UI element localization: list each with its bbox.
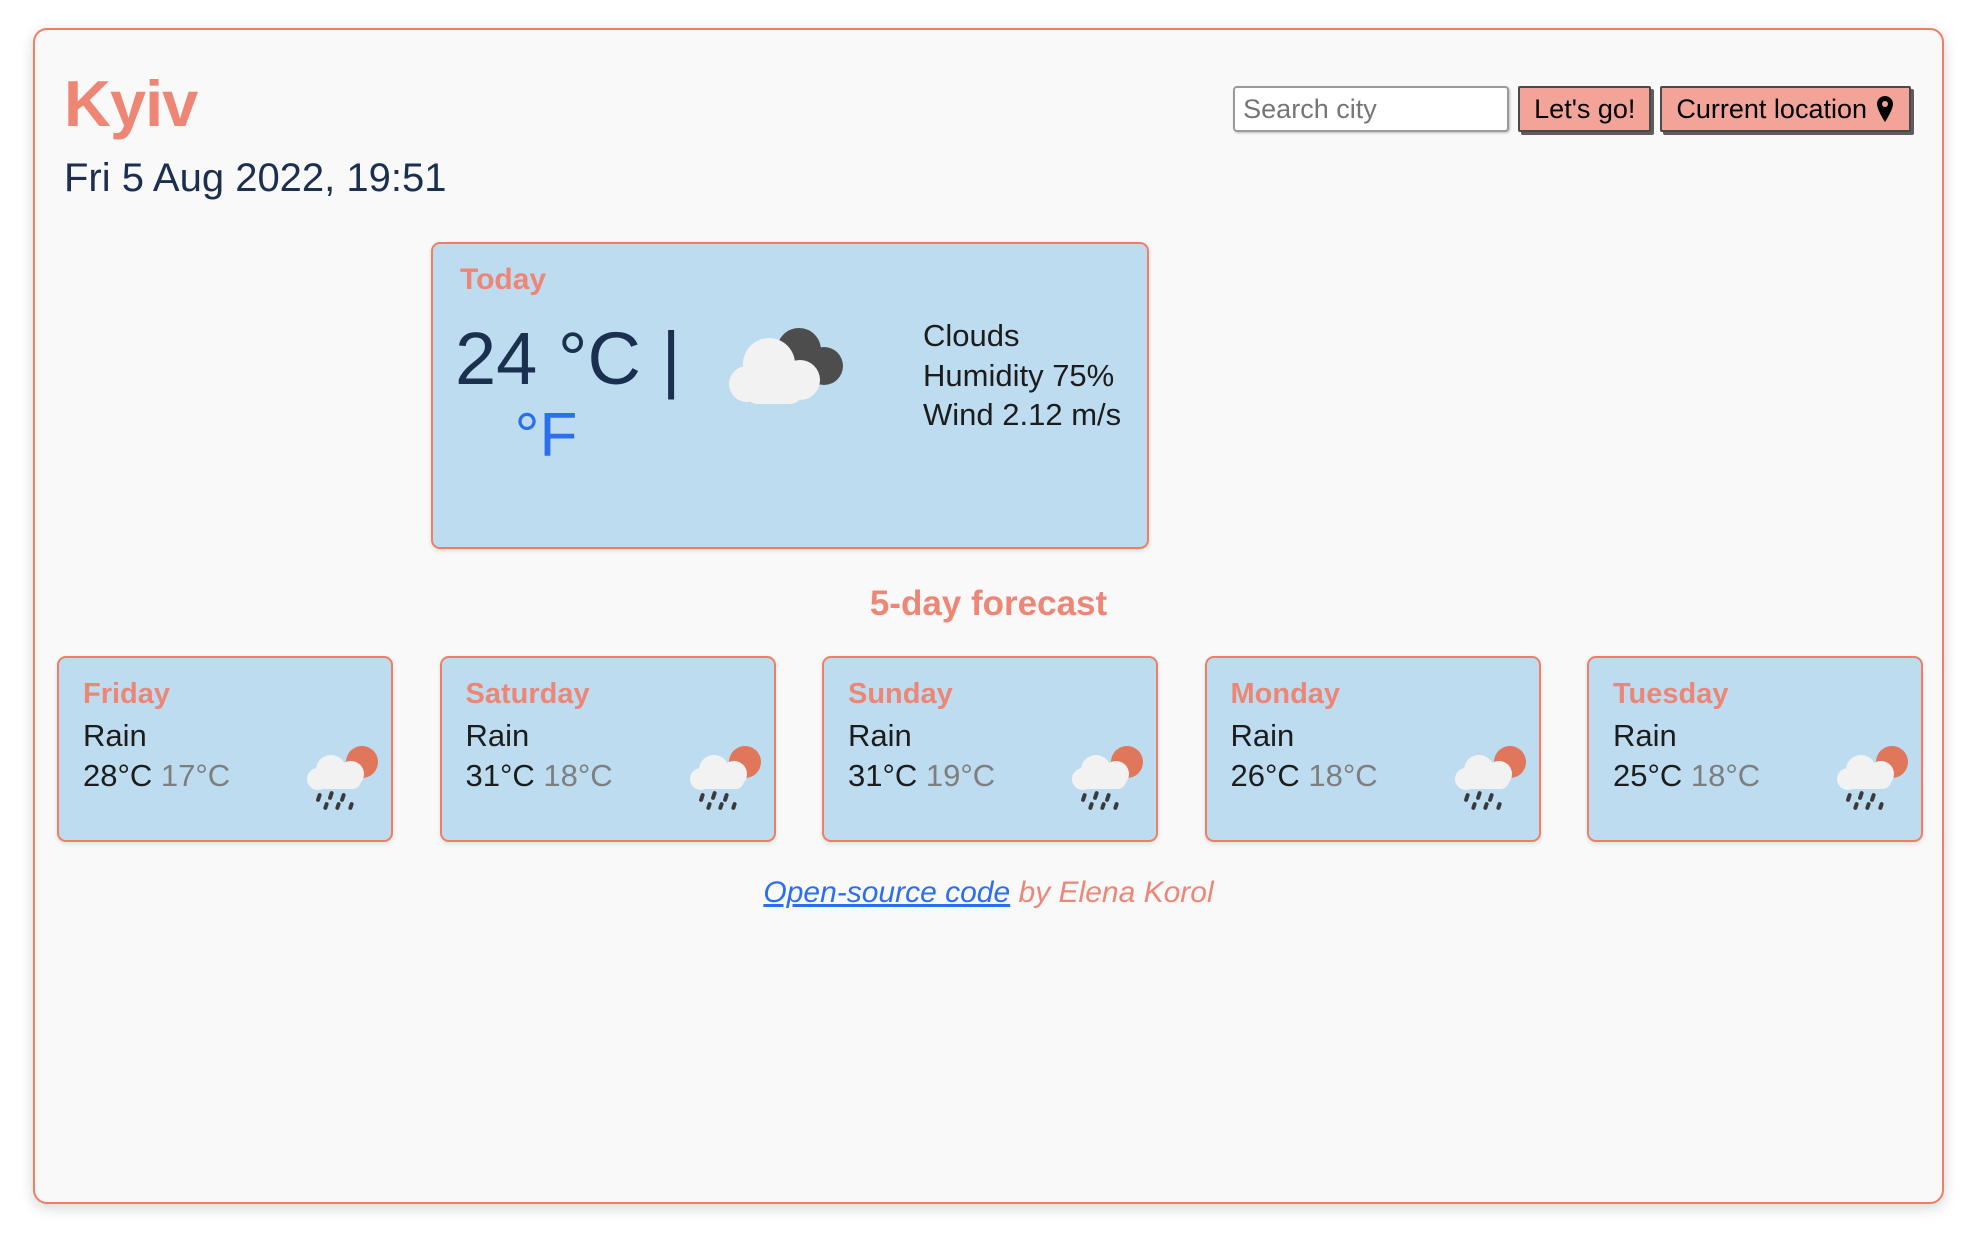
- forecast-card-sunday[interactable]: Sunday Rain 31°C 19°C: [822, 656, 1158, 842]
- forecast-temperatures: 26°C 18°C: [1231, 758, 1378, 794]
- forecast-condition: Rain: [1613, 718, 1677, 753]
- forecast-temperatures: 31°C 18°C: [466, 758, 613, 794]
- forecast-condition: Rain: [465, 718, 530, 753]
- fahrenheit-toggle-link[interactable]: °F: [455, 399, 637, 473]
- current-datetime: Fri 5 Aug 2022, 19:51: [64, 156, 447, 200]
- search-input[interactable]: [1233, 86, 1510, 132]
- forecast-temp-min: 18°C: [1690, 758, 1761, 793]
- forecast-temp-min: 19°C: [925, 758, 996, 793]
- forecast-day: Tuesday: [1613, 678, 1729, 710]
- search-submit-label: Let's go!: [1534, 93, 1636, 124]
- today-temperature-block: 24 °C | °F: [455, 319, 695, 473]
- forecast-temp-max: 26°C: [1230, 758, 1300, 793]
- today-weather-details: Clouds Humidity 75% Wind 2.12 m/s: [923, 316, 1121, 435]
- forecast-temperatures: 31°C 19°C: [848, 758, 995, 794]
- current-location-button[interactable]: Current location: [1660, 86, 1911, 132]
- forecast-temp-min: 17°C: [160, 758, 231, 793]
- forecast-temperatures: 25°C 18°C: [1613, 758, 1760, 794]
- forecast-temperatures: 28°C 17°C: [83, 758, 230, 794]
- search-submit-button[interactable]: Let's go!: [1518, 86, 1652, 132]
- forecast-card-friday[interactable]: Friday Rain 28°C 17°C: [57, 656, 393, 842]
- rain-sun-icon: [1453, 744, 1529, 812]
- open-source-link[interactable]: Open-source code: [763, 876, 1010, 909]
- forecast-condition: Rain: [83, 718, 147, 753]
- forecast-card-tuesday[interactable]: Tuesday Rain 25°C 18°C: [1587, 656, 1923, 842]
- rain-sun-icon: [1835, 744, 1911, 812]
- page-title: Kyiv: [64, 67, 198, 140]
- forecast-card-saturday[interactable]: Saturday Rain 31°C 18°C: [439, 656, 776, 842]
- current-location-label: Current location: [1676, 93, 1867, 124]
- clouds-icon: [721, 316, 851, 424]
- app-header: Kyiv Fri 5 Aug 2022, 19:51 Let's go! Cur…: [35, 30, 1942, 220]
- forecast-day: Sunday: [848, 678, 953, 710]
- forecast-heading: 5-day forecast: [869, 584, 1108, 623]
- today-humidity: Humidity 75%: [923, 357, 1115, 393]
- forecast-temp-max: 31°C: [848, 758, 918, 793]
- forecast-card-monday[interactable]: Monday Rain 26°C 18°C: [1204, 656, 1541, 842]
- today-wind: Wind 2.12 m/s: [923, 397, 1122, 433]
- footer-author: by Elena Korol: [1010, 876, 1214, 909]
- today-weather-card: Today 24 °C | °F Clouds Humidity 75% Win…: [431, 242, 1149, 549]
- forecast-temp-max: 31°C: [465, 758, 535, 793]
- forecast-day: Saturday: [465, 678, 590, 710]
- forecast-condition: Rain: [1230, 718, 1295, 753]
- rain-sun-icon: [688, 744, 764, 812]
- footer: Open-source code by Elena Korol: [35, 876, 1942, 910]
- search-area: Let's go! Current location: [1233, 86, 1911, 132]
- today-temperature: 24 °C |: [455, 317, 681, 400]
- forecast-condition: Rain: [848, 718, 912, 753]
- rain-sun-icon: [305, 744, 381, 812]
- today-condition: Clouds: [923, 318, 1020, 353]
- today-label: Today: [460, 263, 547, 296]
- forecast-temp-min: 18°C: [1308, 758, 1378, 793]
- forecast-temp-max: 28°C: [83, 758, 153, 793]
- forecast-row: Friday Rain 28°C 17°C Saturday Rain 31°C…: [57, 656, 1923, 842]
- map-pin-icon: [1875, 96, 1895, 122]
- rain-sun-icon: [1070, 744, 1146, 812]
- forecast-day: Monday: [1230, 678, 1341, 710]
- weather-app-container: Kyiv Fri 5 Aug 2022, 19:51 Let's go! Cur…: [33, 28, 1944, 1204]
- forecast-day: Friday: [83, 678, 171, 710]
- forecast-temp-min: 18°C: [543, 758, 613, 793]
- forecast-temp-max: 25°C: [1613, 758, 1683, 793]
